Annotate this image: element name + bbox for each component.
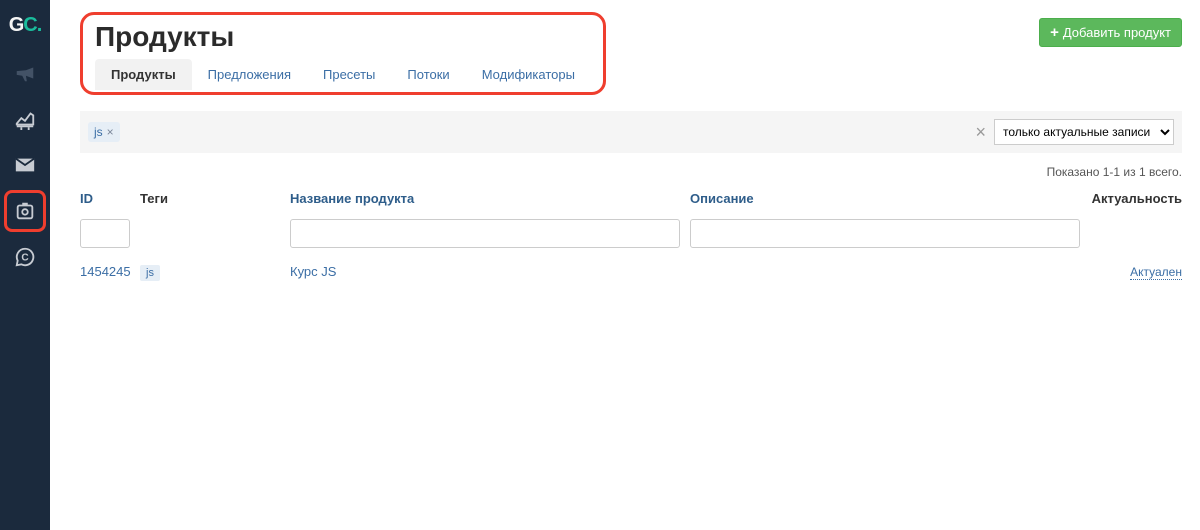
chat-icon[interactable]: C: [0, 234, 50, 280]
result-summary: Показано 1-1 из 1 всего.: [80, 165, 1182, 179]
add-product-button[interactable]: + Добавить продукт: [1039, 18, 1182, 47]
tag-filter-box[interactable]: js ×: [88, 122, 967, 142]
tab-presets[interactable]: Пресеты: [307, 59, 391, 90]
tab-products[interactable]: Продукты: [95, 59, 192, 90]
remove-tag-icon[interactable]: ×: [107, 125, 114, 139]
col-actual: Актуальность: [1085, 191, 1182, 206]
svg-text:C: C: [21, 253, 28, 264]
tabs: Продукты Предложения Пресеты Потоки Моди…: [95, 59, 591, 90]
actual-link[interactable]: Актуален: [1130, 265, 1182, 280]
filter-desc-input[interactable]: [690, 219, 1080, 248]
logo[interactable]: GC.: [0, 0, 50, 50]
filter-tag-label: js: [94, 125, 103, 139]
cell-actual: Актуален: [1085, 264, 1182, 279]
logo-text: GC.: [9, 14, 42, 37]
col-id[interactable]: ID: [80, 191, 140, 206]
add-product-label: Добавить продукт: [1063, 25, 1171, 40]
filter-name-input[interactable]: [290, 219, 680, 248]
tab-offers[interactable]: Предложения: [192, 59, 307, 90]
filter-id-input[interactable]: [80, 219, 130, 248]
products-table: ID Теги Название продукта Описание Актуа…: [80, 185, 1182, 289]
plus-icon: +: [1050, 25, 1059, 40]
col-tags: Теги: [140, 191, 290, 206]
main-content: Продукты Продукты Предложения Пресеты По…: [50, 0, 1200, 530]
filter-tag: js ×: [88, 122, 120, 142]
tab-modifiers[interactable]: Модификаторы: [466, 59, 591, 90]
table-header: ID Теги Название продукта Описание Актуа…: [80, 185, 1182, 213]
cell-tags: js: [140, 264, 290, 279]
mail-icon[interactable]: [0, 142, 50, 188]
tab-streams[interactable]: Потоки: [391, 59, 465, 90]
actuality-select[interactable]: только актуальные записи: [994, 119, 1174, 145]
sidebar: GC. C: [0, 0, 50, 530]
products-icon[interactable]: [4, 190, 46, 232]
cell-name[interactable]: Курс JS: [290, 264, 690, 279]
table-row: 1454245 js Курс JS Актуален: [80, 254, 1182, 289]
cell-id[interactable]: 1454245: [80, 264, 140, 279]
col-name[interactable]: Название продукта: [290, 191, 690, 206]
header-highlight: Продукты Продукты Предложения Пресеты По…: [80, 12, 606, 95]
chart-icon[interactable]: [0, 96, 50, 142]
clear-filter-icon[interactable]: ×: [967, 122, 994, 143]
row-tag[interactable]: js: [140, 265, 160, 281]
table-filter-row: [80, 213, 1182, 254]
col-desc[interactable]: Описание: [690, 191, 1085, 206]
page-title: Продукты: [95, 21, 591, 53]
megaphone-icon[interactable]: [0, 50, 50, 96]
filter-bar: js × × только актуальные записи: [80, 111, 1182, 153]
